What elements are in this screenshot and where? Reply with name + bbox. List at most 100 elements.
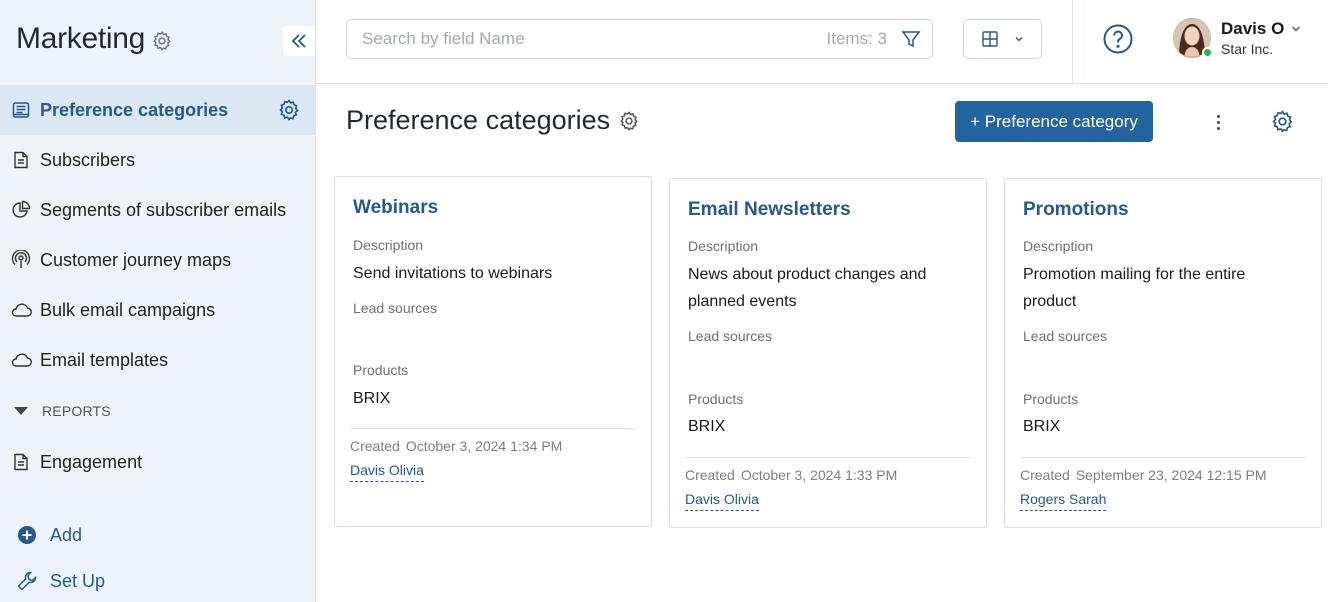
created-label: Created [1020,467,1070,483]
sidebar-nav: Preference categories Subscribers Segmen… [0,85,315,487]
card-title[interactable]: Promotions [1023,199,1129,221]
category-card[interactable]: Webinars Description Send invitations to… [334,176,652,527]
dot [1216,120,1220,124]
view-switcher-button[interactable] [963,19,1042,59]
description-value: Promotion mailing for the entire product [1023,266,1246,310]
author-link[interactable]: Davis Olivia [350,462,424,482]
avatar [1173,18,1213,58]
wrench-icon [17,571,37,591]
card-title[interactable]: Webinars [353,197,438,219]
filter-icon[interactable] [900,28,922,50]
dot [1216,114,1220,118]
page-title-gear-icon[interactable] [618,110,640,132]
sidebar-header: Marketing [16,22,173,56]
sidebar-item-label: Email templates [40,349,169,370]
sidebar-item-preference-categories[interactable]: Preference categories [0,85,315,135]
reports-section-label: REPORTS [42,403,111,419]
app-title: Marketing [16,22,146,55]
grid-view-icon [981,31,998,47]
card-divider [350,428,636,429]
card-divider [685,457,971,458]
search-input[interactable] [362,29,802,49]
caret-down-icon [14,407,28,415]
dot [1216,126,1220,130]
sidebar-item-journey-maps[interactable]: Customer journey maps [0,235,315,285]
description-label: Description [1023,238,1094,254]
created-info: Created October 3, 2024 1:34 PM [350,438,562,454]
more-options-button[interactable] [1208,110,1228,134]
products-value: BRIX [688,418,726,435]
products-label: Products [1023,391,1079,407]
sidebar-item-label: Bulk email campaigns [40,299,216,320]
sidebar-item-email-templates[interactable]: Email templates [0,335,315,385]
description-value: Send invitations to webinars [353,265,553,282]
user-name-row: Davis O [1221,19,1302,39]
reports-section-toggle[interactable]: REPORTS [0,385,315,437]
chevron-down-icon [1292,26,1301,32]
sidebar-item-label: Segments of subscriber emails [40,199,287,220]
category-card[interactable]: Promotions Description Promotion mailing… [1004,178,1322,528]
lead-sources-label: Lead sources [688,328,773,344]
user-menu[interactable]: Davis O Star Inc. [1173,18,1302,58]
plus-circle-icon [18,526,36,544]
setup-label: Set Up [50,570,106,591]
card-title[interactable]: Email Newsletters [688,199,851,221]
add-button[interactable]: Add [0,512,315,558]
created-label: Created [685,467,735,483]
products-label: Products [353,362,409,378]
online-status-dot [1202,47,1213,58]
cloud-icon [10,299,32,321]
created-date: October 3, 2024 1:33 PM [740,467,898,483]
description-label: Description [353,237,424,253]
description-value: News about product changes and planned e… [688,266,927,310]
sidebar-item-label: Subscribers [40,149,136,170]
category-card[interactable]: Email Newsletters Description News about… [669,178,987,528]
podcast-icon [10,249,32,271]
sidebar-item-segments[interactable]: Segments of subscriber emails [0,185,315,235]
author-link[interactable]: Rogers Sarah [1020,491,1107,511]
sidebar-actions: Add Set Up [0,512,315,602]
items-count: Items: 3 [826,29,887,48]
book-icon [10,99,32,121]
created-info: Created September 23, 2024 12:15 PM [1020,467,1267,483]
sidebar-item-engagement[interactable]: Engagement [0,437,315,487]
document-icon [10,451,32,473]
user-info: Davis O Star Inc. [1221,19,1302,57]
setup-button[interactable]: Set Up [0,558,315,602]
sidebar-item-bulk-campaigns[interactable]: Bulk email campaigns [0,285,315,335]
sidebar-item-subscribers[interactable]: Subscribers [0,135,315,185]
document-icon [10,149,32,171]
user-name: Davis O [1221,19,1285,38]
app-window: Marketing Preference categories Subscrib… [0,0,1328,602]
section-settings-gear-icon[interactable] [277,98,301,122]
sidebar: Marketing Preference categories Subscrib… [0,0,316,602]
lead-sources-label: Lead sources [353,300,438,316]
add-preference-category-button[interactable]: + Preference category [955,101,1153,142]
created-date: September 23, 2024 12:15 PM [1075,467,1267,483]
help-icon[interactable] [1102,23,1134,55]
search-box: Items: 3 [346,19,933,59]
add-label: Add [50,524,83,545]
card-divider [1020,457,1306,458]
sidebar-item-label: Engagement [40,451,143,472]
sidebar-item-label: Preference categories [40,99,229,120]
double-chevron-left-icon [291,34,306,48]
topbar-divider [1072,0,1073,84]
description-label: Description [688,238,759,254]
products-label: Products [688,391,744,407]
page-settings-gear-icon[interactable] [1270,109,1295,134]
sidebar-item-label: Customer journey maps [40,249,232,270]
lead-sources-label: Lead sources [1023,328,1108,344]
created-date: October 3, 2024 1:34 PM [405,438,563,454]
collapse-sidebar-button[interactable] [283,26,315,56]
user-company: Star Inc. [1221,41,1274,57]
app-settings-gear-icon[interactable] [151,30,173,52]
top-bar: Items: 3 [316,0,1328,84]
products-value: BRIX [1023,418,1061,435]
cloud-icon [10,349,32,371]
created-info: Created October 3, 2024 1:33 PM [685,467,897,483]
author-link[interactable]: Davis Olivia [685,491,759,511]
created-label: Created [350,438,400,454]
pie-chart-icon [10,199,32,221]
chevron-down-icon [1015,37,1022,42]
